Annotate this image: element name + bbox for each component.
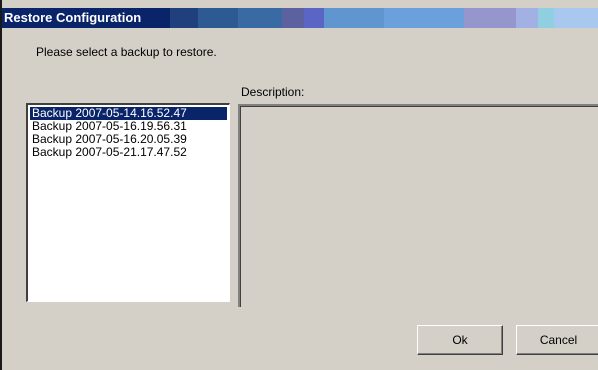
ok-button[interactable]: Ok bbox=[417, 325, 503, 355]
title-bar-segment bbox=[198, 8, 238, 28]
restore-configuration-dialog: Restore Configuration Please select a ba… bbox=[0, 0, 598, 370]
title-bar-segment bbox=[282, 8, 304, 28]
backup-list-item[interactable]: Backup 2007-05-21.17.47.52 bbox=[30, 146, 227, 159]
title-bar-segment bbox=[324, 8, 384, 28]
title-bar-segment bbox=[464, 8, 516, 28]
instruction-text: Please select a backup to restore. bbox=[36, 45, 217, 59]
title-bar-segment bbox=[170, 8, 198, 28]
title-bar-segment bbox=[554, 8, 598, 28]
backup-listbox[interactable]: Backup 2007-05-14.16.52.47 Backup 2007-05… bbox=[26, 103, 230, 302]
title-bar-segment bbox=[238, 8, 282, 28]
cancel-button[interactable]: Cancel bbox=[516, 325, 598, 355]
title-bar-segment bbox=[516, 8, 538, 28]
description-box bbox=[238, 104, 598, 307]
description-label: Description: bbox=[241, 85, 305, 99]
window-title: Restore Configuration bbox=[4, 10, 142, 25]
title-bar-segment bbox=[538, 8, 554, 28]
title-bar-segment bbox=[304, 8, 324, 28]
title-bar-segment bbox=[384, 8, 464, 28]
